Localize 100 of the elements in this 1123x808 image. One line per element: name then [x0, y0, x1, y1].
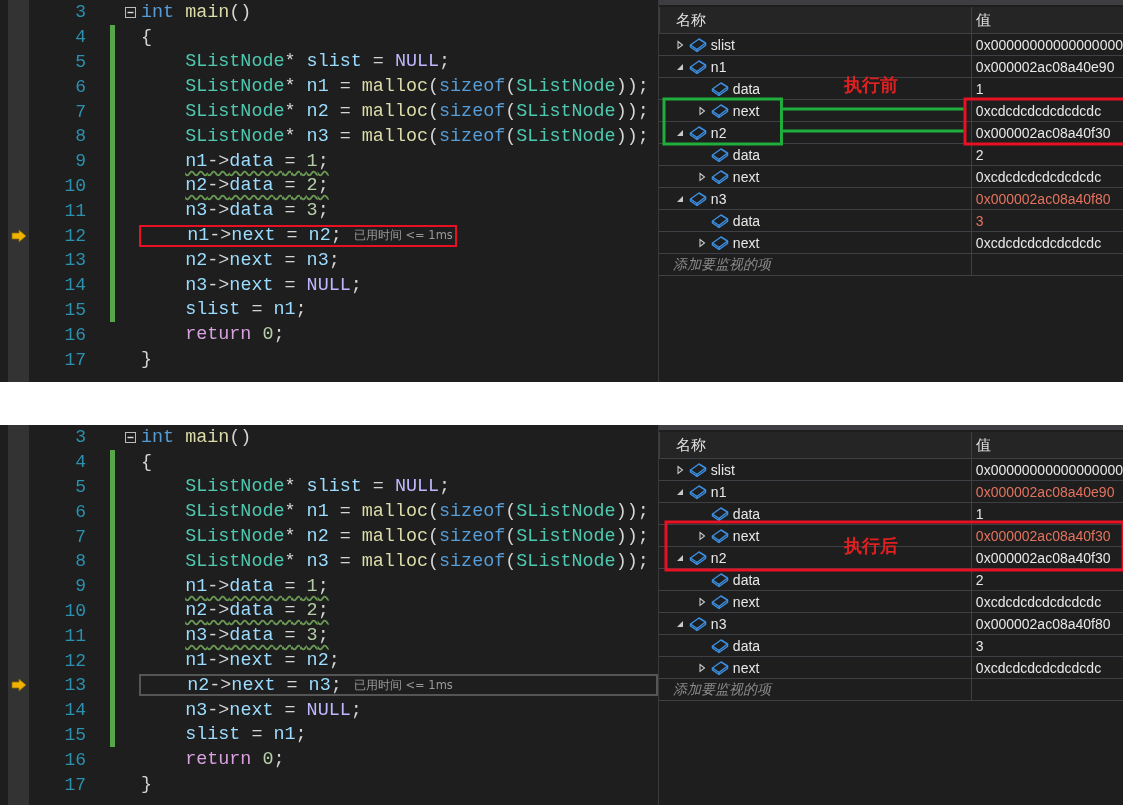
collapsed-triangle-icon[interactable]	[696, 530, 707, 541]
variable-name[interactable]: n3	[710, 615, 727, 632]
column-header[interactable]: 名称	[658, 7, 971, 33]
variable-icon	[710, 571, 729, 588]
add-watch-placeholder[interactable]: 添加要监视的项	[672, 255, 771, 274]
collapsed-triangle-icon[interactable]	[696, 171, 707, 182]
line-number: 5	[74, 52, 86, 72]
line-number: 4	[74, 452, 86, 473]
line-number: 12	[63, 225, 86, 246]
variable-name[interactable]: n2	[710, 124, 727, 141]
variable-icon	[710, 212, 729, 229]
variable-value: 0x00000000000000000	[975, 36, 1123, 53]
line-number: 8	[74, 551, 86, 572]
variable-name[interactable]: slist	[710, 461, 735, 478]
code-line: SListNode* n1 = malloc(sizeof(SListNode));	[184, 75, 650, 98]
variable-icon	[688, 483, 707, 500]
code-line: return 0;	[184, 323, 286, 346]
collapsed-triangle-icon[interactable]	[696, 662, 707, 673]
variable-name[interactable]: n3	[710, 190, 727, 207]
line-number: 12	[63, 650, 86, 671]
line-number: 16	[63, 324, 86, 345]
variable-name[interactable]: next	[732, 234, 760, 251]
variable-value: 3	[975, 212, 984, 229]
line-number: 15	[63, 724, 86, 745]
variable-icon	[710, 659, 729, 676]
variable-name[interactable]: data	[732, 146, 761, 163]
variable-value: 0x000002ac08a40f30	[975, 549, 1111, 566]
line-number: 7	[74, 101, 86, 122]
line-number: 10	[63, 600, 86, 621]
variable-icon	[688, 190, 707, 207]
variable-value: 0x00000000000000000	[975, 461, 1123, 478]
variable-name[interactable]: n2	[710, 549, 727, 566]
variable-value: 0x000002ac08a40e90	[975, 58, 1115, 75]
variable-icon	[710, 102, 729, 119]
code-line: int main()	[140, 426, 253, 449]
line-number: 3	[74, 427, 86, 448]
code-line: n1->data = 1;	[184, 150, 330, 173]
line-number: 11	[63, 625, 86, 646]
variable-name[interactable]: next	[732, 593, 760, 610]
variable-icon	[688, 615, 707, 632]
variable-name[interactable]: data	[732, 212, 761, 229]
variable-name[interactable]: next	[732, 102, 760, 119]
variable-name[interactable]: data	[732, 571, 761, 588]
variable-icon	[688, 58, 707, 75]
code-line: n1->next = n2;	[186, 225, 342, 247]
variable-icon	[710, 637, 729, 654]
line-number: 3	[74, 2, 86, 23]
variable-icon	[688, 124, 707, 141]
line-number: 14	[63, 275, 86, 296]
variable-value: 3	[975, 637, 984, 654]
line-number: 8	[74, 126, 86, 147]
code-line: SListNode* n3 = malloc(sizeof(SListNode));	[184, 125, 650, 148]
collapse-icon[interactable]	[124, 431, 136, 443]
variable-name[interactable]: next	[732, 527, 760, 544]
variable-value: 0x000002ac08a40e90	[975, 483, 1115, 500]
variable-name[interactable]: n1	[710, 58, 727, 75]
variable-value: 2	[975, 146, 984, 163]
collapsed-triangle-icon[interactable]	[696, 237, 707, 248]
column-header[interactable]: 值	[970, 432, 1123, 458]
line-number: 10	[63, 175, 86, 196]
annotation-label: 执行前	[843, 74, 898, 97]
variable-value: 0xcdcdcdcdcdcdcdc	[975, 659, 1102, 676]
variable-name[interactable]: data	[732, 80, 761, 97]
column-header[interactable]: 名称	[658, 432, 971, 458]
variable-value: 0x000002ac08a40f30	[975, 527, 1111, 544]
variable-value: 2	[975, 571, 984, 588]
line-number: 6	[74, 501, 86, 522]
code-line: SListNode* slist = NULL;	[184, 51, 452, 73]
variable-value: 0xcdcdcdcdcdcdcdc	[975, 168, 1102, 185]
collapse-icon[interactable]	[124, 6, 136, 18]
variable-value: 0x000002ac08a40f30	[975, 124, 1111, 141]
variable-icon	[710, 527, 729, 544]
code-line: n2->data = 2;	[184, 599, 330, 622]
collapsed-triangle-icon[interactable]	[674, 464, 685, 475]
variable-name[interactable]: next	[732, 659, 760, 676]
collapsed-triangle-icon[interactable]	[696, 596, 707, 607]
variable-icon	[710, 505, 729, 522]
collapsed-triangle-icon[interactable]	[674, 39, 685, 50]
variable-name[interactable]: slist	[710, 36, 735, 53]
variable-icon	[688, 549, 707, 566]
collapsed-triangle-icon[interactable]	[696, 105, 707, 116]
elapsed-time-hint: 已用时间 <= 1ms	[353, 228, 453, 244]
line-number: 9	[74, 151, 86, 172]
code-line: return 0;	[184, 748, 286, 771]
variable-icon	[710, 80, 729, 97]
annotation-label: 执行后	[843, 535, 898, 558]
variable-name[interactable]: data	[732, 505, 761, 522]
column-header[interactable]: 值	[970, 7, 1123, 33]
line-number: 11	[63, 200, 86, 221]
variable-icon	[710, 146, 729, 163]
variable-icon	[688, 461, 707, 478]
variable-name[interactable]: data	[732, 637, 761, 654]
code-line: n2->data = 2;	[184, 174, 330, 197]
code-line: n3->data = 3;	[184, 624, 330, 647]
code-line: n3->data = 3;	[184, 199, 330, 222]
add-watch-placeholder[interactable]: 添加要监视的项	[672, 680, 771, 699]
code-line: n1->data = 1;	[184, 575, 330, 598]
variable-name[interactable]: n1	[710, 483, 727, 500]
code-line: SListNode* n1 = malloc(sizeof(SListNode));	[184, 500, 650, 523]
variable-name[interactable]: next	[732, 168, 760, 185]
